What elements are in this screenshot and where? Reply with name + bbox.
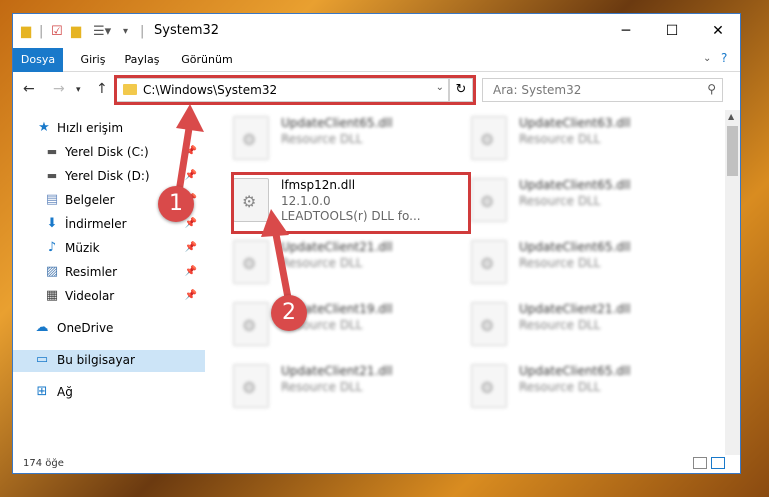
sidebar-item-videos[interactable]: ▦ Videolar 📌 bbox=[13, 286, 205, 308]
file-type: Resource DLL bbox=[519, 194, 601, 208]
separator: | bbox=[39, 24, 44, 39]
expand-ribbon-icon[interactable]: ⌄ bbox=[703, 53, 711, 64]
file-name: UpdateClient63.dll bbox=[519, 116, 631, 130]
details-view-icon[interactable] bbox=[693, 457, 707, 469]
drive-icon: ▬ bbox=[46, 145, 58, 158]
dll-file-icon: ⚙ bbox=[233, 364, 269, 408]
step-badge-2: 2 bbox=[271, 295, 307, 331]
file-type: Resource DLL bbox=[519, 132, 601, 146]
vertical-scrollbar[interactable]: ▲ bbox=[725, 110, 740, 455]
sidebar-item-network[interactable]: ⊞ Ağ bbox=[13, 382, 205, 404]
properties-icon[interactable]: ☑ bbox=[51, 24, 63, 39]
pictures-icon: ▨ bbox=[45, 264, 59, 279]
file-name: UpdateClient65.dll bbox=[519, 364, 631, 378]
video-icon: ▦ bbox=[45, 288, 59, 303]
step-badge-1: 1 bbox=[158, 186, 194, 222]
file-type: Resource DLL bbox=[519, 380, 601, 394]
file-type: Resource DLL bbox=[281, 132, 363, 146]
help-icon[interactable]: ? bbox=[721, 51, 727, 65]
customize-icon[interactable]: ☰▾ bbox=[93, 24, 111, 39]
file-item[interactable]: ⚙ UpdateClient65.dll Resource DLL bbox=[471, 238, 691, 288]
pin-icon[interactable]: 📌 bbox=[185, 266, 197, 277]
file-item[interactable]: ⚙ UpdateClient65.dll Resource DLL bbox=[471, 176, 691, 226]
sidebar-item-label: Hızlı erişim bbox=[57, 121, 124, 135]
sidebar-item-music[interactable]: ♪ Müzik 📌 bbox=[13, 238, 205, 260]
file-name: UpdateClient65.dll bbox=[519, 178, 631, 192]
file-type: Resource DLL bbox=[519, 318, 601, 332]
explorer-window: ▆ | ☑ ▆ ☰▾ ▾ | System32 ─ ☐ ✕ Dosya Giri… bbox=[12, 13, 741, 474]
dll-file-icon: ⚙ bbox=[233, 116, 269, 160]
computer-icon: ▭ bbox=[35, 352, 49, 367]
file-item[interactable]: ⚙ UpdateClient63.dll Resource DLL bbox=[471, 114, 691, 164]
search-icon: ⚲ bbox=[707, 82, 716, 96]
file-name: UpdateClient65.dll bbox=[281, 116, 393, 130]
tab-giris[interactable]: Giriş bbox=[71, 48, 115, 72]
file-name: UpdateClient21.dll bbox=[519, 302, 631, 316]
sidebar-item-label: Ağ bbox=[57, 385, 73, 399]
sidebar-item-label: Videolar bbox=[65, 289, 115, 303]
window-title: System32 bbox=[154, 23, 220, 38]
status-bar: 174 öğe bbox=[13, 455, 740, 473]
file-name: UpdateClient65.dll bbox=[519, 240, 631, 254]
dll-file-icon: ⚙ bbox=[471, 302, 507, 346]
sidebar-item-label: Yerel Disk (C:) bbox=[65, 145, 149, 159]
documents-icon: ▤ bbox=[45, 192, 59, 207]
tab-paylas[interactable]: Paylaş bbox=[117, 48, 167, 72]
sidebar-item-label: İndirmeler bbox=[65, 217, 127, 231]
navigation-bar: ← → ▾ ↑ C:\Windows\System32 ⌄ ↻ Ara: Sys… bbox=[13, 72, 740, 108]
sidebar-item-label: Müzik bbox=[65, 241, 100, 255]
sidebar-item-label: Bu bilgisayar bbox=[57, 353, 135, 367]
sidebar-item-pictures[interactable]: ▨ Resimler 📌 bbox=[13, 262, 205, 284]
dll-file-icon: ⚙ bbox=[471, 240, 507, 284]
drive-icon: ▬ bbox=[46, 169, 58, 182]
file-item[interactable]: ⚙ UpdateClient65.dll Resource DLL bbox=[471, 362, 691, 412]
search-placeholder: Ara: System32 bbox=[493, 83, 582, 97]
music-icon: ♪ bbox=[47, 240, 57, 255]
cloud-icon: ☁ bbox=[35, 320, 49, 335]
star-icon: ★ bbox=[38, 120, 50, 135]
sidebar-item-label: Resimler bbox=[65, 265, 118, 279]
recent-locations-icon[interactable]: ▾ bbox=[76, 85, 81, 95]
network-icon: ⊞ bbox=[36, 384, 48, 399]
file-name: UpdateClient21.dll bbox=[281, 364, 393, 378]
pin-icon[interactable]: 📌 bbox=[185, 290, 197, 301]
back-icon[interactable]: ← bbox=[23, 81, 35, 97]
quick-access-dropdown-icon[interactable]: ▾ bbox=[123, 26, 128, 37]
folder-icon[interactable]: ▆ bbox=[21, 24, 31, 39]
minimize-button[interactable]: ─ bbox=[603, 20, 649, 42]
new-folder-icon[interactable]: ▆ bbox=[71, 24, 81, 39]
scroll-thumb[interactable] bbox=[727, 126, 738, 176]
item-count: 174 öğe bbox=[23, 458, 64, 469]
scroll-up-icon[interactable]: ▲ bbox=[728, 112, 734, 121]
maximize-button[interactable]: ☐ bbox=[649, 20, 695, 42]
sidebar-item-label: OneDrive bbox=[57, 321, 114, 335]
close-button[interactable]: ✕ bbox=[695, 20, 741, 42]
forward-icon[interactable]: → bbox=[53, 81, 65, 97]
up-icon[interactable]: ↑ bbox=[96, 81, 108, 97]
separator: | bbox=[140, 24, 145, 39]
file-item[interactable]: ⚙ UpdateClient21.dll Resource DLL bbox=[233, 362, 453, 412]
sidebar-item-this-pc[interactable]: ▭ Bu bilgisayar bbox=[13, 350, 205, 372]
dll-file-icon: ⚙ bbox=[471, 116, 507, 160]
sidebar-item-label: Belgeler bbox=[65, 193, 115, 207]
file-item[interactable]: ⚙ UpdateClient21.dll Resource DLL bbox=[471, 300, 691, 350]
pin-icon[interactable]: 📌 bbox=[185, 242, 197, 253]
dll-file-icon: ⚙ bbox=[471, 178, 507, 222]
sidebar-item-onedrive[interactable]: ☁ OneDrive bbox=[13, 318, 205, 340]
sidebar-item-label: Yerel Disk (D:) bbox=[65, 169, 150, 183]
dll-file-icon: ⚙ bbox=[471, 364, 507, 408]
tab-gorunum[interactable]: Görünüm bbox=[175, 48, 239, 72]
title-bar: ▆ | ☑ ▆ ☰▾ ▾ | System32 ─ ☐ ✕ bbox=[13, 14, 740, 48]
large-icons-view-icon[interactable] bbox=[711, 457, 725, 469]
file-type: Resource DLL bbox=[519, 256, 601, 270]
file-item[interactable]: ⚙ UpdateClient65.dll Resource DLL bbox=[233, 114, 453, 164]
search-input[interactable]: Ara: System32 ⚲ bbox=[482, 78, 723, 102]
ribbon-tabs: Dosya Giriş Paylaş Görünüm ⌄ ? bbox=[13, 48, 740, 72]
file-type: Resource DLL bbox=[281, 380, 363, 394]
tab-dosya[interactable]: Dosya bbox=[13, 48, 63, 72]
download-icon: ⬇ bbox=[46, 216, 58, 231]
